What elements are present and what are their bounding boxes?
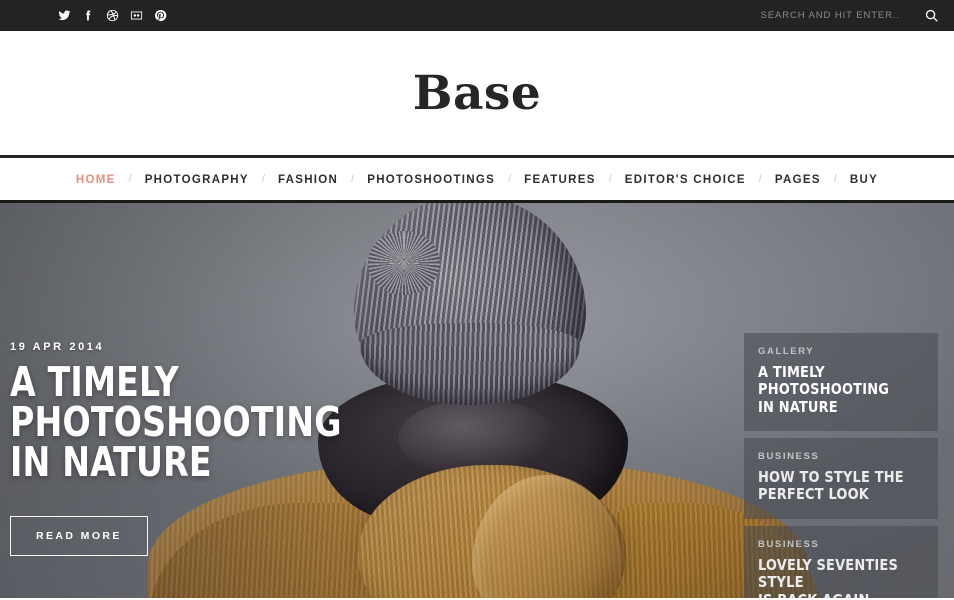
nav-item-wrapper: BUY bbox=[838, 170, 890, 188]
hero-card-category: BUSINESS bbox=[758, 451, 820, 463]
nav-item-wrapper: PAGES bbox=[763, 170, 833, 188]
nav-item-editor-s-choice[interactable]: EDITOR'S CHOICE bbox=[613, 174, 758, 186]
top-bar bbox=[0, 0, 954, 31]
hero-card-title-line1: A TIMELY PHOTOSHOOTING bbox=[758, 363, 890, 399]
nav-item-wrapper: FEATURES bbox=[512, 170, 608, 188]
main-navigation: HOME / PHOTOGRAPHY / FASHION / PHOTOSHOOTINGS /… bbox=[0, 155, 954, 203]
hero-caption: 19 APR 2014 A TIMELY PHOTOSHOOTING IN NA… bbox=[10, 341, 530, 556]
hero-card-title-line1: LOVELY SEVENTIES STYLE bbox=[758, 555, 899, 592]
site-logo[interactable]: Base bbox=[413, 70, 542, 117]
search-area bbox=[748, 0, 954, 31]
hero-card-title: A TIMELY PHOTOSHOOTING IN NATURE bbox=[758, 363, 912, 416]
hero-card-title-line1: HOW TO STYLE THE bbox=[758, 468, 904, 487]
nav-item-wrapper: HOME bbox=[64, 170, 128, 188]
nav-item-wrapper: PHOTOSHOOTINGS bbox=[355, 170, 507, 188]
facebook-icon[interactable] bbox=[76, 4, 100, 28]
hero-card-title: HOW TO STYLE THE PERFECT LOOK bbox=[758, 468, 912, 504]
hero-card-title-line2: IS BACK AGAIN bbox=[758, 591, 912, 598]
hero-title-line1: A TIMELY PHOTOSHOOTING bbox=[10, 358, 342, 447]
nav-item-photoshootings[interactable]: PHOTOSHOOTINGS bbox=[355, 174, 507, 186]
nav-item-wrapper: EDITOR'S CHOICE bbox=[613, 170, 758, 188]
nav-item-fashion[interactable]: FASHION bbox=[266, 174, 350, 186]
nav-item-wrapper: FASHION bbox=[266, 170, 350, 188]
hero-title-line2: IN NATURE bbox=[10, 438, 212, 487]
nav-item-pages[interactable]: PAGES bbox=[763, 174, 833, 186]
dribbble-icon[interactable] bbox=[100, 4, 124, 28]
hero-title[interactable]: A TIMELY PHOTOSHOOTING IN NATURE bbox=[10, 358, 478, 487]
nav-item-wrapper: PHOTOGRAPHY bbox=[133, 170, 261, 188]
nav-list: HOME / PHOTOGRAPHY / FASHION / PHOTOSHOOTINGS /… bbox=[64, 170, 890, 188]
search-button[interactable] bbox=[908, 0, 954, 31]
hero-slider: 19 APR 2014 A TIMELY PHOTOSHOOTING IN NA… bbox=[0, 203, 954, 598]
flickr-icon[interactable] bbox=[124, 4, 148, 28]
logo-area: Base bbox=[0, 31, 954, 155]
hero-card-list: GALLERY A TIMELY PHOTOSHOOTING IN NATURE BU… bbox=[744, 333, 938, 598]
nav-item-photography[interactable]: PHOTOGRAPHY bbox=[133, 174, 261, 186]
hero-card-category: GALLERY bbox=[758, 346, 815, 357]
hero-card-category: BUSINESS bbox=[758, 538, 820, 550]
hero-card-title-line2: PERFECT LOOK bbox=[758, 485, 870, 504]
nav-item-features[interactable]: FEATURES bbox=[512, 174, 608, 186]
search-input[interactable] bbox=[748, 10, 908, 21]
hero-card[interactable]: BUSINESS HOW TO STYLE THE PERFECT LOOK bbox=[744, 438, 938, 519]
nav-item-buy[interactable]: BUY bbox=[838, 174, 890, 186]
hero-card-title: LOVELY SEVENTIES STYLEIS BACK AGAIN bbox=[758, 555, 912, 598]
hero-card-title-line2: IN NATURE bbox=[758, 397, 838, 416]
twitter-icon[interactable] bbox=[52, 4, 76, 28]
nav-item-home[interactable]: HOME bbox=[64, 174, 128, 186]
hero-card[interactable]: GALLERY A TIMELY PHOTOSHOOTING IN NATURE bbox=[744, 333, 938, 432]
hero-date: 19 APR 2014 bbox=[10, 341, 105, 353]
pinterest-icon[interactable] bbox=[148, 4, 172, 28]
read-more-button[interactable]: READ MORE bbox=[10, 515, 148, 556]
hero-card[interactable]: BUSINESS LOVELY SEVENTIES STYLEIS BACK AG… bbox=[744, 525, 938, 598]
social-links bbox=[52, 4, 172, 28]
